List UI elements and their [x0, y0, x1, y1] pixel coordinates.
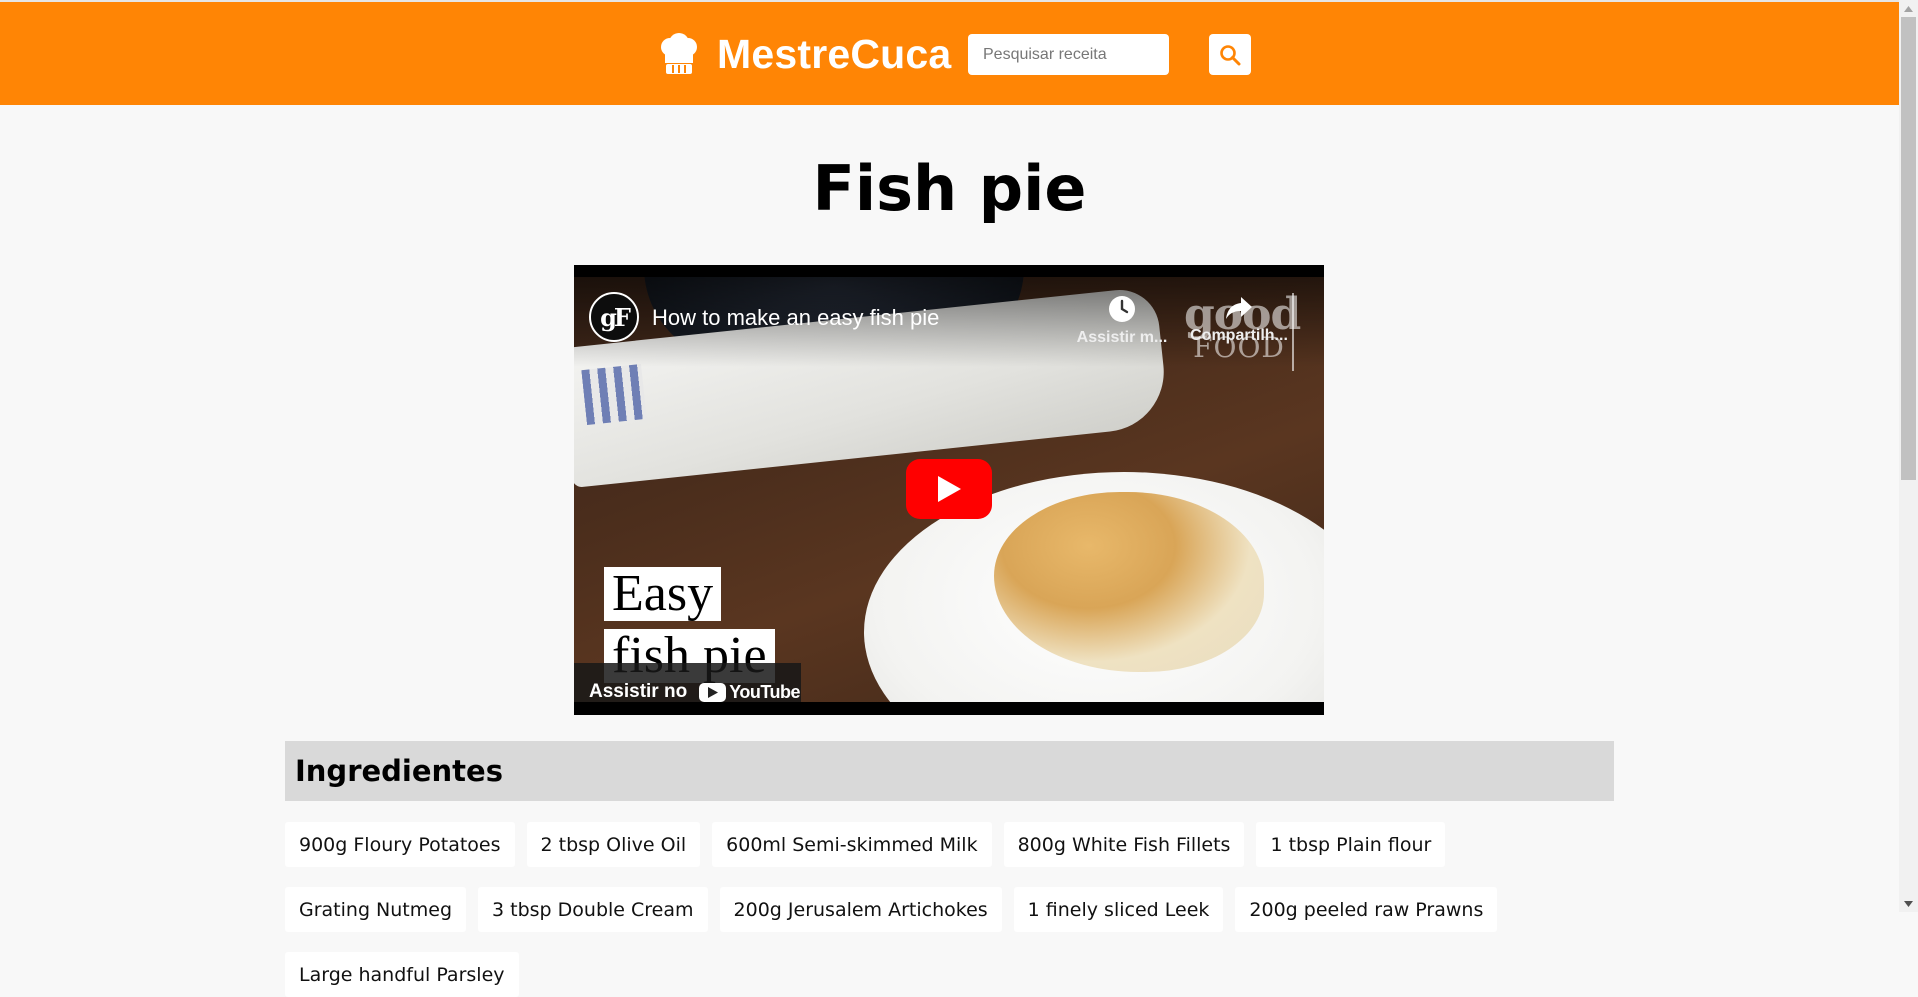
- ingredient-chip: 1 tbsp Plain flour: [1256, 822, 1446, 867]
- search-input[interactable]: [968, 34, 1169, 75]
- ingredient-chip: Large handful Parsley: [285, 952, 519, 997]
- ingredient-chip: 200g Jerusalem Artichokes: [719, 887, 1002, 932]
- play-icon: [938, 476, 961, 502]
- share-button[interactable]: Compartilh...: [1184, 295, 1294, 345]
- channel-avatar-text: gF: [600, 302, 631, 332]
- watch-on-youtube-button[interactable]: Assistir no YouTube: [574, 663, 801, 702]
- video-title[interactable]: How to make an easy fish pie: [652, 305, 939, 331]
- watch-later-button[interactable]: Assistir m...: [1072, 295, 1172, 347]
- chef-hat-icon: [661, 33, 697, 74]
- clock-icon: [1109, 296, 1135, 322]
- ingredient-chip: 200g peeled raw Prawns: [1235, 887, 1498, 932]
- ingredient-chip: Grating Nutmeg: [285, 887, 467, 932]
- scroll-down-arrow-icon[interactable]: [1899, 895, 1918, 912]
- ingredient-chip: 800g White Fish Fillets: [1003, 822, 1245, 867]
- play-button[interactable]: [906, 459, 992, 519]
- watch-later-label: Assistir m...: [1076, 329, 1168, 346]
- youtube-label: YouTube: [729, 681, 801, 702]
- watch-on-label: Assistir no: [589, 681, 688, 702]
- ingredient-chip: 900g Floury Potatoes: [285, 822, 515, 867]
- ingredient-chip: 3 tbsp Double Cream: [478, 887, 708, 932]
- brand-name: MestreCuca: [717, 30, 952, 77]
- scroll-up-arrow-icon[interactable]: [1899, 0, 1918, 17]
- ingredient-chip: 1 finely sliced Leek: [1013, 887, 1224, 932]
- youtube-logo: YouTube: [699, 681, 801, 703]
- top-navbar: MestreCuca: [0, 0, 1899, 105]
- scrollbar-thumb[interactable]: [1901, 17, 1916, 480]
- channel-avatar[interactable]: gF: [589, 292, 639, 342]
- page-scrollbar[interactable]: [1899, 0, 1918, 912]
- video-embed[interactable]: gF How to make an easy fish pie Assistir…: [574, 265, 1324, 715]
- recipe-title: Fish pie: [812, 152, 1087, 225]
- youtube-play-icon: [699, 682, 727, 702]
- ingredient-chip: 600ml Semi-skimmed Milk: [712, 822, 992, 867]
- search-button[interactable]: [1209, 34, 1251, 75]
- ingredients-list: 900g Floury Potatoes 2 tbsp Olive Oil 60…: [285, 822, 1625, 997]
- video-thumbnail[interactable]: gF How to make an easy fish pie Assistir…: [574, 277, 1324, 702]
- thumbnail-caption-line1: Easy: [604, 567, 722, 621]
- share-arrow-icon: [1226, 297, 1252, 319]
- brand-logo[interactable]: MestreCuca: [659, 30, 952, 77]
- ingredients-heading: Ingredientes: [295, 754, 503, 788]
- ingredients-header: Ingredientes: [285, 741, 1614, 801]
- thumbnail-towel-stripe: [581, 364, 647, 425]
- ingredient-chip: 2 tbsp Olive Oil: [526, 822, 701, 867]
- search-icon: [1220, 44, 1241, 65]
- share-label: Compartilh...: [1190, 327, 1288, 344]
